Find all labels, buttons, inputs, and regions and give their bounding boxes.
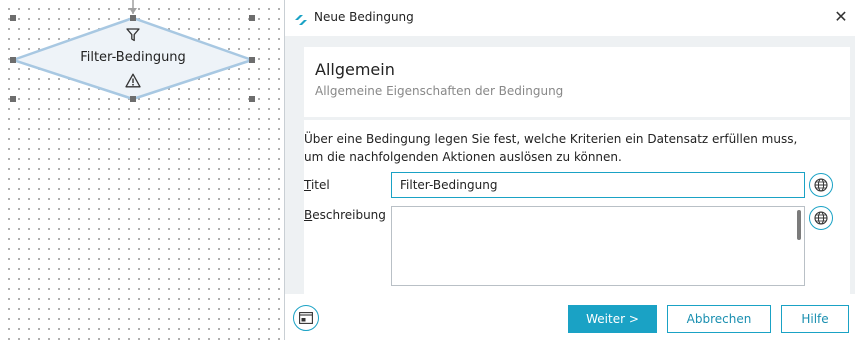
description-label-text: eschreibung (312, 208, 386, 222)
form-card: Über eine Bedingung legen Sie fest, welc… (304, 120, 850, 294)
description-scrollbar[interactable] (797, 210, 801, 240)
dialog-footer: Weiter > Abbrechen Hilfe (285, 294, 855, 340)
condition-node[interactable]: Filter-Bedingung (0, 0, 285, 120)
section-title: Allgemein (315, 60, 395, 79)
cancel-button[interactable]: Abbrechen (667, 305, 771, 333)
title-translate-button[interactable] (809, 173, 833, 197)
warning-icon (125, 73, 141, 92)
selection-handle[interactable] (10, 96, 16, 102)
selection-handle[interactable] (10, 15, 16, 21)
title-label-text: itel (310, 178, 330, 192)
description-label-mnemonic: B (304, 208, 313, 222)
intro-line: um die nachfolgenden Aktionen auslösen z… (304, 150, 622, 164)
section-subtitle: Allgemeine Eigenschaften der Bedingung (315, 84, 564, 98)
description-label: Beschreibung (304, 208, 386, 222)
selection-handle[interactable] (249, 15, 255, 21)
section-header: Allgemein Allgemeine Eigenschaften der B… (304, 47, 850, 117)
globe-icon (814, 211, 828, 225)
app-logo-icon (294, 11, 308, 30)
selection-handle[interactable] (249, 96, 255, 102)
description-textarea[interactable] (391, 206, 805, 286)
intro-text: Über eine Bedingung legen Sie fest, welc… (304, 130, 834, 166)
new-condition-dialog: Neue Bedingung ✕ Allgemein Allgemeine Ei… (284, 0, 855, 340)
filter-icon (126, 27, 140, 46)
preview-window-button[interactable] (293, 305, 319, 331)
selection-handle[interactable] (10, 57, 16, 63)
selection-handle[interactable] (130, 15, 136, 21)
dialog-titlebar[interactable]: Neue Bedingung ✕ (285, 0, 855, 36)
node-label: Filter-Bedingung (80, 50, 186, 65)
title-input[interactable] (391, 172, 805, 198)
flow-canvas[interactable]: Filter-Bedingung (0, 0, 285, 340)
close-icon[interactable]: ✕ (833, 9, 849, 25)
title-label: Titel (304, 178, 330, 192)
dialog-title: Neue Bedingung (314, 10, 414, 24)
selection-handle[interactable] (130, 96, 136, 102)
globe-icon (814, 178, 828, 192)
help-button[interactable]: Hilfe (781, 305, 849, 333)
window-icon (299, 312, 313, 324)
intro-line: Über eine Bedingung legen Sie fest, welc… (304, 132, 798, 146)
title-label-mnemonic: T (304, 178, 311, 192)
next-button[interactable]: Weiter > (568, 305, 657, 333)
selection-handle[interactable] (249, 57, 255, 63)
description-translate-button[interactable] (809, 206, 833, 230)
